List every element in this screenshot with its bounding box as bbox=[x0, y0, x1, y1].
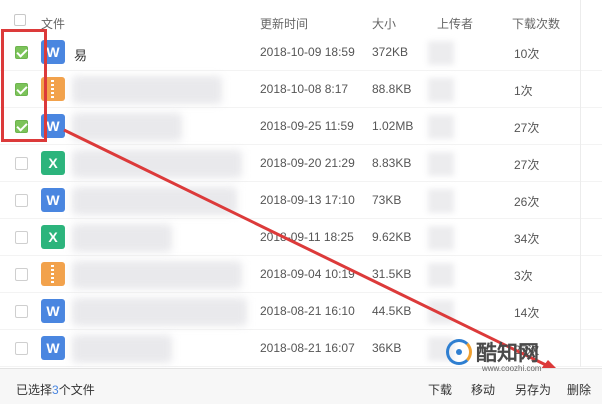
zip-file-icon bbox=[41, 77, 65, 101]
file-modified: 2018-09-20 21:29 bbox=[260, 156, 355, 170]
file-modified: 2018-08-21 16:10 bbox=[260, 304, 355, 318]
redacted-uploader bbox=[428, 115, 454, 139]
file-downloads: 3次 bbox=[514, 269, 533, 283]
delete-button[interactable]: 删除 bbox=[567, 381, 591, 398]
file-checkbox[interactable] bbox=[15, 231, 28, 244]
redacted-uploader bbox=[428, 189, 454, 213]
file-size: 88.8KB bbox=[372, 82, 412, 96]
file-list: W 易 2018-10-09 18:59 372KB 10次 2018-10-08 8:1… bbox=[0, 34, 602, 367]
redacted-file-name bbox=[72, 187, 237, 215]
selection-summary: 已选择3个文件 bbox=[16, 383, 95, 397]
move-button[interactable]: 移动 bbox=[471, 381, 495, 398]
file-row[interactable]: X 2018-09-20 21:29 8.83KB 27次 bbox=[0, 145, 602, 182]
row-right-edge bbox=[580, 145, 602, 182]
redacted-file-name bbox=[72, 113, 182, 141]
file-row[interactable]: W 2018-09-13 17:10 73KB 26次 bbox=[0, 182, 602, 219]
column-header-size[interactable]: 大小 bbox=[372, 15, 396, 32]
row-right-edge bbox=[580, 219, 602, 256]
redacted-uploader bbox=[428, 78, 454, 102]
file-size: 73KB bbox=[372, 193, 402, 207]
column-header-name[interactable]: 文件 bbox=[41, 15, 65, 32]
file-checkbox[interactable] bbox=[15, 268, 28, 281]
file-checkbox[interactable] bbox=[15, 305, 28, 318]
redacted-uploader bbox=[428, 300, 454, 324]
file-checkbox[interactable] bbox=[15, 83, 28, 96]
file-downloads: 27次 bbox=[514, 158, 540, 172]
file-name[interactable]: 易 bbox=[74, 45, 87, 64]
file-row[interactable]: 2018-09-04 10:19 31.5KB 3次 bbox=[0, 256, 602, 293]
file-list-header: 文件 更新时间 大小 上传者 下载次数 bbox=[0, 0, 602, 34]
file-row[interactable]: X 2018-09-11 18:25 9.62KB 34次 bbox=[0, 219, 602, 256]
word-file-icon: W bbox=[41, 188, 65, 212]
column-header-uploader[interactable]: 上传者 bbox=[437, 15, 473, 32]
redacted-file-name bbox=[72, 261, 242, 289]
file-size: 44.5KB bbox=[372, 304, 412, 318]
redacted-uploader bbox=[428, 152, 454, 176]
watermark-url: www.coozhi.com bbox=[482, 364, 542, 373]
file-downloads: 1次 bbox=[514, 84, 533, 98]
redacted-uploader bbox=[428, 226, 454, 250]
file-row[interactable]: W 易 2018-10-09 18:59 372KB 10次 bbox=[0, 34, 602, 71]
watermark-title: 酷知网 bbox=[476, 341, 539, 365]
save-as-button[interactable]: 另存为 bbox=[515, 381, 551, 398]
select-all-checkbox[interactable] bbox=[14, 14, 26, 26]
file-checkbox[interactable] bbox=[15, 120, 28, 133]
file-downloads: 14次 bbox=[514, 306, 540, 320]
column-header-downloads[interactable]: 下载次数 bbox=[512, 15, 560, 32]
file-checkbox[interactable] bbox=[15, 342, 28, 355]
row-right-edge bbox=[580, 34, 602, 71]
file-modified: 2018-09-13 17:10 bbox=[260, 193, 355, 207]
column-header-modified[interactable]: 更新时间 bbox=[260, 15, 308, 32]
redacted-uploader bbox=[428, 263, 454, 287]
file-checkbox[interactable] bbox=[15, 157, 28, 170]
watermark: 酷知网 www.coozhi.com bbox=[446, 337, 576, 377]
redacted-file-name bbox=[72, 335, 172, 363]
excel-file-icon: X bbox=[41, 151, 65, 175]
download-button[interactable]: 下载 bbox=[428, 381, 452, 398]
file-checkbox[interactable] bbox=[15, 194, 28, 207]
zip-file-icon bbox=[41, 262, 65, 286]
word-file-icon: W bbox=[41, 336, 65, 360]
redacted-file-name bbox=[72, 150, 242, 178]
file-size: 31.5KB bbox=[372, 267, 412, 281]
selected-count: 3 bbox=[52, 383, 59, 397]
redacted-uploader bbox=[428, 41, 454, 65]
file-size: 372KB bbox=[372, 45, 409, 59]
file-modified: 2018-09-11 18:25 bbox=[260, 230, 354, 244]
file-modified: 2018-10-08 8:17 bbox=[260, 82, 349, 96]
row-right-edge bbox=[580, 256, 602, 293]
coozhi-logo-icon bbox=[446, 339, 472, 365]
file-size: 36KB bbox=[372, 341, 402, 355]
file-downloads: 26次 bbox=[514, 195, 540, 209]
file-modified: 2018-08-21 16:07 bbox=[260, 341, 355, 355]
word-file-icon: W bbox=[41, 299, 65, 323]
file-downloads: 27次 bbox=[514, 121, 540, 135]
word-file-icon: W bbox=[41, 114, 65, 138]
row-right-edge bbox=[580, 293, 602, 330]
file-downloads: 34次 bbox=[514, 232, 540, 246]
row-right-edge bbox=[580, 71, 602, 108]
header-right-edge bbox=[580, 0, 602, 34]
row-right-edge bbox=[580, 108, 602, 145]
word-file-icon: W bbox=[41, 40, 65, 64]
file-row[interactable]: W 2018-09-25 11:59 1.02MB 27次 bbox=[0, 108, 602, 145]
file-modified: 2018-09-25 11:59 bbox=[260, 119, 354, 133]
file-modified: 2018-09-04 10:19 bbox=[260, 267, 355, 281]
file-size: 9.62KB bbox=[372, 230, 412, 244]
excel-file-icon: X bbox=[41, 225, 65, 249]
redacted-file-name bbox=[72, 224, 172, 252]
file-checkbox[interactable] bbox=[15, 46, 28, 59]
file-size: 8.83KB bbox=[372, 156, 412, 170]
redacted-file-name bbox=[72, 298, 247, 326]
file-downloads: 10次 bbox=[514, 47, 540, 61]
redacted-file-name bbox=[72, 76, 222, 104]
row-right-edge bbox=[580, 330, 602, 367]
file-size: 1.02MB bbox=[372, 119, 414, 133]
file-row[interactable]: 2018-10-08 8:17 88.8KB 1次 bbox=[0, 71, 602, 108]
file-row[interactable]: W 2018-08-21 16:10 44.5KB 14次 bbox=[0, 293, 602, 330]
file-modified: 2018-10-09 18:59 bbox=[260, 45, 355, 59]
row-right-edge bbox=[580, 182, 602, 219]
